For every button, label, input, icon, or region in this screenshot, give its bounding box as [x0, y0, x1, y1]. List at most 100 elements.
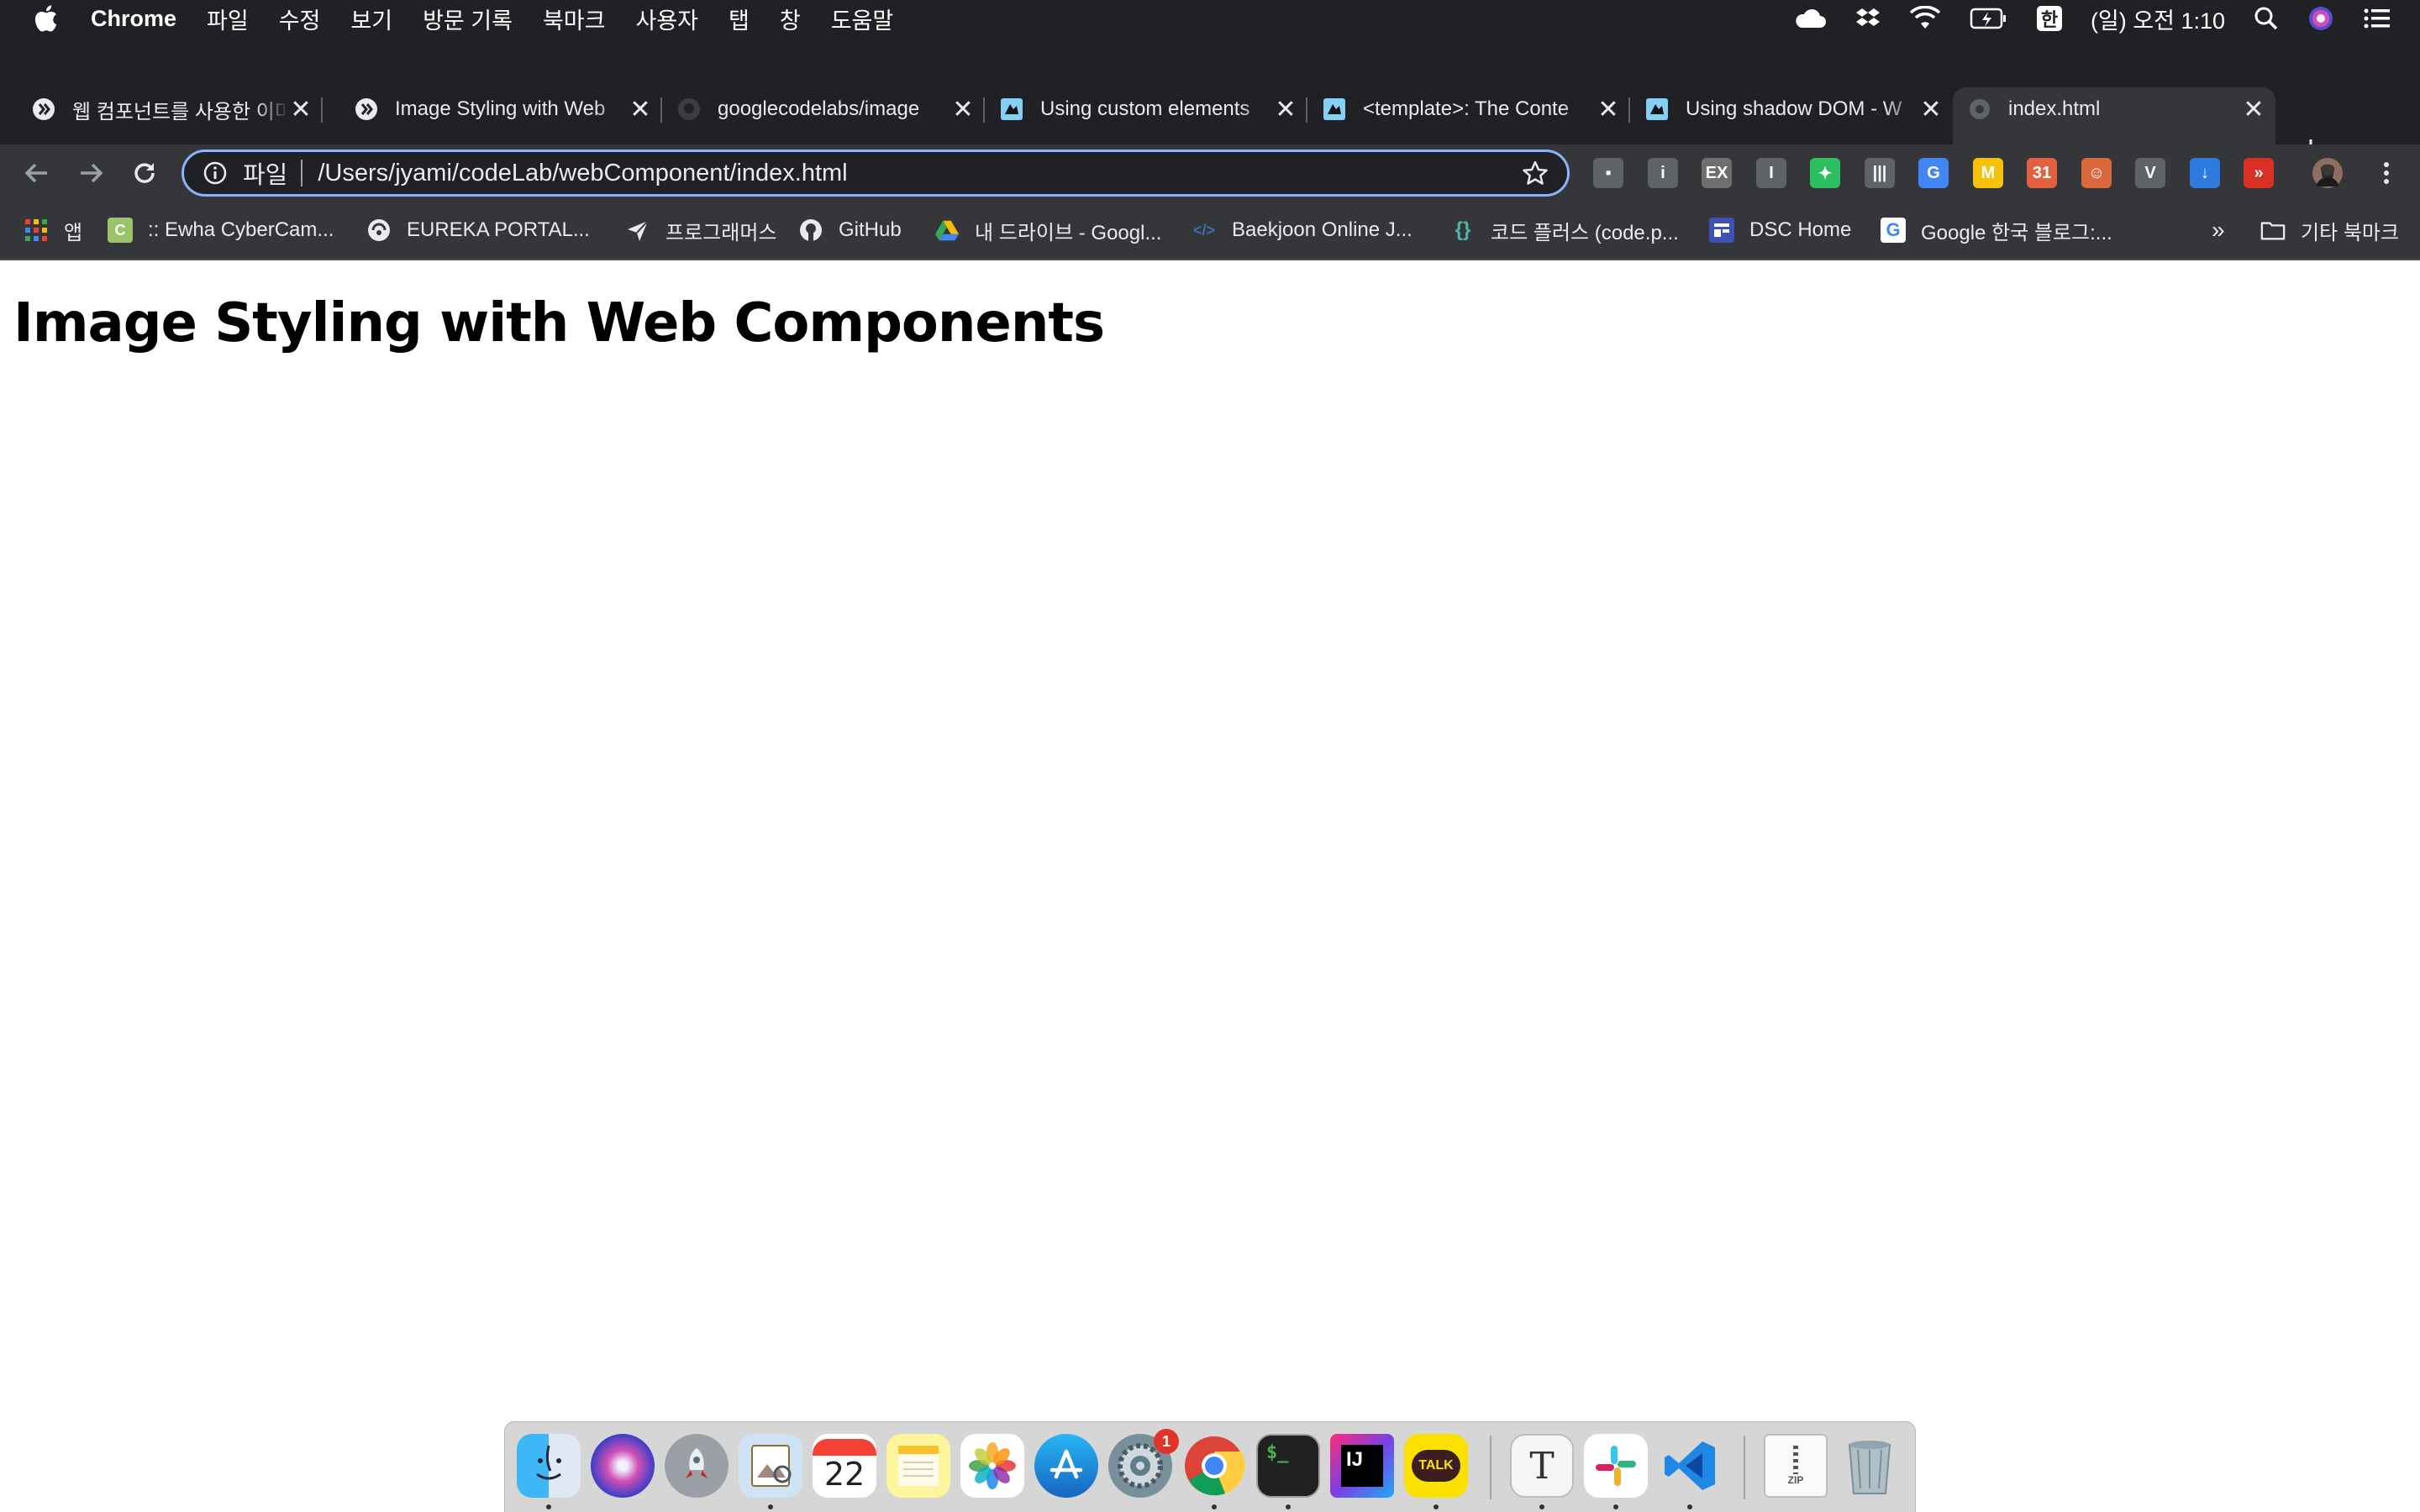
ex-extension-icon[interactable]: EX [1702, 158, 1732, 188]
bookmark-github[interactable]: GitHub [798, 213, 902, 247]
evernote-icon[interactable]: ✦ [1810, 158, 1840, 188]
back-button[interactable] [18, 155, 55, 192]
zipper-graphic [1793, 1446, 1798, 1474]
vscode-icon[interactable] [1658, 1434, 1722, 1498]
system-preferences-icon[interactable]: 1 [1108, 1429, 1179, 1498]
tab-webcomponents-ko[interactable]: 웹 컴포넌트를 사용한 이미지 ✕ [17, 87, 323, 131]
siri-menubar-icon[interactable] [2307, 5, 2334, 32]
dropbox-icon[interactable] [1855, 6, 1881, 31]
siri-icon[interactable] [591, 1434, 655, 1498]
tab-shadow-dom[interactable]: Using shadow DOM - W ✕ [1630, 87, 1953, 131]
menu-people[interactable]: 사용자 [635, 3, 698, 35]
close-tab-icon[interactable]: ✕ [2242, 96, 2265, 123]
close-tab-icon[interactable]: ✕ [1274, 96, 1297, 123]
menu-tab[interactable]: 탭 [729, 3, 750, 35]
bookmark-star-icon[interactable] [1518, 156, 1552, 190]
mdn-icon [1323, 97, 1346, 121]
battery-charging-icon[interactable] [1970, 7, 2008, 30]
bookmark-google-korea-blog[interactable]: G Google 한국 블로그:... [1881, 213, 2112, 247]
input-method-indicator[interactable]: 한 [2036, 6, 2062, 31]
address-bar[interactable]: 파일 /Users/jyami/codeLab/webComponent/ind… [182, 150, 1570, 197]
profile-avatar[interactable] [2312, 158, 2343, 188]
bookmark-label: DSC Home [1749, 218, 1852, 241]
tab-github-googlecodelabs[interactable]: googlecodelabs/image ✕ [662, 87, 985, 131]
menu-file[interactable]: 파일 [207, 3, 249, 35]
barcode-extension-icon[interactable]: ||| [1865, 158, 1895, 188]
reload-button[interactable] [126, 155, 163, 192]
bookmark-label: EUREKA PORTAL... [407, 218, 590, 241]
preview-icon[interactable] [739, 1434, 802, 1498]
forward-extension-icon[interactable]: » [2244, 158, 2274, 188]
tab-image-styling[interactable]: Image Styling with Web ✕ [339, 87, 662, 131]
info-extension-icon[interactable]: i [1648, 158, 1678, 188]
forward-button[interactable] [72, 155, 109, 192]
menubar-clock[interactable]: (일) 오전 1:10 [2091, 3, 2225, 35]
bookmark-google-drive[interactable]: 내 드라이브 - Googl... [934, 213, 1161, 247]
typora-label: T [1529, 1444, 1555, 1488]
terminal-icon[interactable]: $_ [1256, 1434, 1320, 1498]
chrome-icon[interactable] [1182, 1434, 1246, 1498]
calendar-icon[interactable]: 22 [813, 1434, 876, 1498]
bookmark-programmers[interactable]: 프로그래머스 [625, 213, 776, 247]
menu-history[interactable]: 방문 기록 [423, 3, 513, 35]
address-url[interactable]: /Users/jyami/codeLab/webComponent/index.… [318, 160, 1518, 187]
chrome-menu-icon[interactable] [2368, 155, 2405, 192]
tab-custom-elements[interactable]: Using custom elements ✕ [985, 87, 1307, 131]
close-tab-icon[interactable]: ✕ [1919, 96, 1943, 123]
close-tab-icon[interactable]: ✕ [951, 96, 975, 123]
bookmark-other-folder[interactable]: 기타 북마크 [2260, 213, 2399, 247]
bookmark-codeplus[interactable]: {} 코드 플러스 (code.p... [1450, 213, 1679, 247]
slack-icon[interactable] [1584, 1434, 1648, 1498]
bar-extension-icon[interactable]: I [1756, 158, 1786, 188]
bookmarks-overflow-chevron-icon[interactable]: » [2212, 213, 2225, 247]
site-info-icon[interactable] [203, 160, 228, 186]
finder-icon[interactable] [517, 1434, 581, 1498]
close-tab-icon[interactable]: ✕ [1597, 96, 1620, 123]
archive-zip-icon[interactable]: ZIP [1764, 1434, 1828, 1498]
apple-menu-icon[interactable] [32, 3, 59, 34]
menu-help[interactable]: 도움말 [831, 3, 894, 35]
bookmark-eureka-portal[interactable]: EUREKA PORTAL... [366, 213, 590, 247]
mascot-extension-icon[interactable]: ☺ [2081, 158, 2112, 188]
calendar-extension-icon[interactable]: 31 [2027, 158, 2057, 188]
menu-edit[interactable]: 수정 [279, 3, 321, 35]
bookmark-apps[interactable]: 앱 [24, 213, 82, 247]
kakaotalk-icon[interactable]: TALK [1404, 1434, 1468, 1498]
close-tab-icon[interactable]: ✕ [289, 96, 313, 123]
macos-dock: 22 1 $_ IJ TALK T ZIP [504, 1421, 1916, 1512]
bookmark-baekjoon[interactable]: </> Baekjoon Online J... [1192, 213, 1413, 247]
vimeo-extension-icon[interactable]: V [2135, 158, 2165, 188]
tab-title: Image Styling with Web [395, 97, 606, 120]
spotlight-search-icon[interactable] [2254, 6, 2279, 31]
running-indicator [546, 1504, 551, 1509]
bookmark-ewha-cybercampus[interactable]: C :: Ewha CyberCam... [108, 213, 334, 247]
download-extension-icon[interactable]: ↓ [2190, 158, 2220, 188]
notification-center-icon[interactable] [2363, 7, 2391, 30]
cloud-status-icon[interactable] [1793, 6, 1827, 31]
github-icon [798, 218, 823, 243]
m-extension-icon[interactable]: M [1973, 158, 2003, 188]
notes-icon[interactable] [886, 1434, 950, 1498]
typora-icon[interactable]: T [1510, 1434, 1574, 1498]
screen-extension-icon[interactable]: ▪ [1593, 158, 1623, 188]
launchpad-icon[interactable] [665, 1434, 729, 1498]
google-drive-icon [934, 218, 960, 243]
google-translate-icon[interactable]: G [1918, 158, 1949, 188]
running-indicator [768, 1504, 773, 1509]
photos-icon[interactable] [960, 1434, 1024, 1498]
close-tab-icon[interactable]: ✕ [629, 96, 652, 123]
menu-window[interactable]: 창 [780, 3, 801, 35]
address-divider [301, 160, 303, 186]
intellij-icon[interactable]: IJ [1330, 1434, 1394, 1498]
trash-icon[interactable] [1838, 1434, 1902, 1498]
menu-bookmarks[interactable]: 북마크 [543, 3, 606, 35]
bookmark-label: Google 한국 블로그:... [1921, 221, 2112, 244]
menu-app-name[interactable]: Chrome [91, 6, 176, 32]
app-store-icon[interactable] [1034, 1434, 1098, 1498]
bookmark-dsc-home[interactable]: DSC Home [1709, 213, 1851, 247]
wifi-icon[interactable] [1909, 6, 1941, 31]
tab-index-html-active[interactable]: index.html ✕ [1953, 87, 2275, 144]
menu-view[interactable]: 보기 [350, 3, 392, 35]
calendar-day: 22 [823, 1456, 865, 1493]
tab-template-element[interactable]: <template>: The Conte ✕ [1307, 87, 1630, 131]
